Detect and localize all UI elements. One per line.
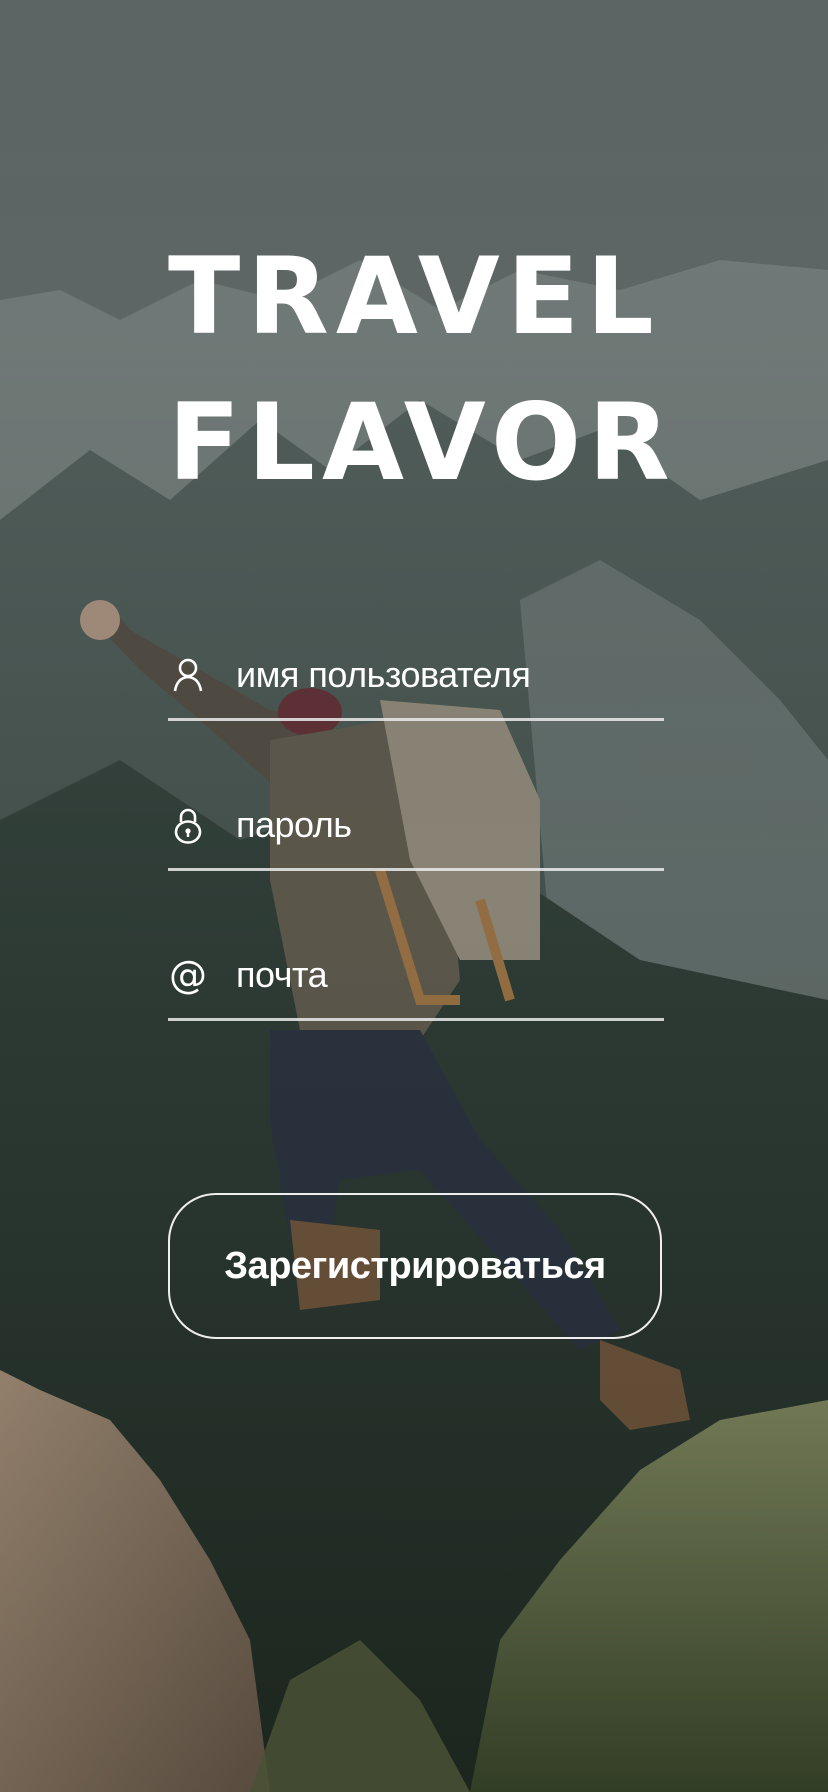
password-field[interactable]: пароль — [168, 782, 664, 871]
at-glyph: @ — [169, 953, 207, 997]
register-button[interactable]: Зарегистрироваться — [168, 1193, 662, 1339]
username-placeholder: имя пользователя — [236, 654, 531, 695]
lock-icon — [168, 805, 208, 845]
at-icon: @ — [168, 953, 208, 997]
password-placeholder: пароль — [236, 804, 352, 845]
username-field[interactable]: имя пользователя — [168, 632, 664, 721]
app-logo: TRAVEL FLAVOR — [168, 224, 677, 516]
logo-line-flavor: FLAVOR — [168, 381, 677, 504]
email-field[interactable]: @ почта — [168, 932, 664, 1021]
email-placeholder: почта — [236, 954, 328, 995]
user-icon — [168, 655, 208, 695]
logo-line-travel: TRAVEL — [168, 235, 661, 358]
registration-screen: TRAVEL FLAVOR имя пользователя пароль @ … — [0, 0, 828, 1792]
